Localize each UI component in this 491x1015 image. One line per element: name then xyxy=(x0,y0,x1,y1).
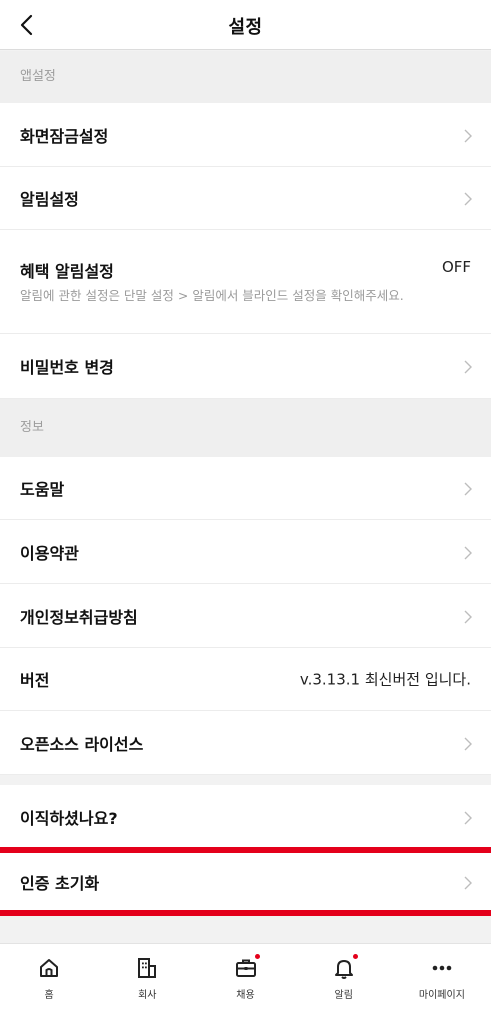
row-label: 이직하셨나요? xyxy=(20,808,118,828)
nav-label: 홈 xyxy=(44,990,54,1001)
chevron-right-icon xyxy=(463,545,473,559)
chevron-right-icon xyxy=(463,810,473,824)
settings-row-privacy-policy[interactable]: 개인정보취급방침 xyxy=(0,584,491,648)
chevron-right-icon xyxy=(463,359,473,374)
settings-row-version: 버전 v.3.13.1 최신버전 입니다. xyxy=(0,648,491,711)
new-badge-dot xyxy=(352,954,358,959)
nav-label: 마이페이지 xyxy=(418,990,465,1001)
settings-screen: 설정 앱설정 화면잠금설정 알림설정 혜택 알림설정 OFF 알림에 관한 설정… xyxy=(0,0,491,1015)
page-title: 설정 xyxy=(228,17,263,38)
row-label: 인증 초기화 xyxy=(20,873,100,893)
settings-row-reset-auth[interactable]: 인증 초기화 xyxy=(0,853,491,910)
nav-item-mypage[interactable]: 마이페이지 xyxy=(393,944,491,1015)
settings-row-change-password[interactable]: 비밀번호 변경 xyxy=(0,334,491,399)
section-header-app: 앱설정 xyxy=(0,51,491,103)
row-label: 버전 xyxy=(20,671,50,690)
more-dots-icon xyxy=(430,956,454,980)
chevron-right-icon xyxy=(463,736,473,750)
nav-label: 알림 xyxy=(334,990,353,1001)
chevron-right-icon xyxy=(463,191,473,206)
settings-row-notification[interactable]: 알림설정 xyxy=(0,167,491,230)
nav-item-company[interactable]: 회사 xyxy=(98,944,196,1015)
company-building-icon xyxy=(135,956,159,980)
home-icon xyxy=(37,956,61,980)
nav-label: 채용 xyxy=(236,990,255,1001)
benefit-toggle-value[interactable]: OFF xyxy=(442,258,471,276)
version-value: v.3.13.1 최신버전 입니다. xyxy=(299,670,471,689)
top-bar: 설정 xyxy=(0,0,491,50)
settings-row-help[interactable]: 도움말 xyxy=(0,457,491,520)
chevron-right-icon xyxy=(463,481,473,496)
chevron-right-icon xyxy=(463,609,473,623)
row-label: 화면잠금설정 xyxy=(20,126,109,146)
highlight-line-bottom xyxy=(0,910,491,916)
benefit-description: 알림에 관한 설정은 단말 설정 > 알림에서 블라인드 설정을 확인해주세요. xyxy=(20,288,404,303)
section-header-info: 정보 xyxy=(0,399,491,457)
row-label: 이용약관 xyxy=(20,543,79,563)
settings-row-opensource-license[interactable]: 오픈소스 라이선스 xyxy=(0,711,491,775)
nav-label: 회사 xyxy=(138,990,157,1001)
bottom-nav: 홈 회사 채용 알림 마이페이지 xyxy=(0,943,491,1015)
nav-item-home[interactable]: 홈 xyxy=(0,944,98,1015)
new-badge-dot xyxy=(254,954,260,959)
row-label: 도움말 xyxy=(20,480,65,499)
nav-item-recruit[interactable]: 채용 xyxy=(196,944,294,1015)
nav-item-notifications[interactable]: 알림 xyxy=(295,944,393,1015)
row-label: 알림설정 xyxy=(20,190,79,209)
row-label: 개인정보취급방침 xyxy=(20,607,138,627)
row-label: 비밀번호 변경 xyxy=(20,358,114,377)
row-label: 혜택 알림설정 xyxy=(20,262,114,281)
bell-icon xyxy=(332,954,358,980)
chevron-right-icon xyxy=(463,875,473,889)
settings-row-job-change[interactable]: 이직하셨나요? xyxy=(0,785,491,849)
settings-row-terms[interactable]: 이용약관 xyxy=(0,520,491,584)
chevron-right-icon xyxy=(463,128,473,142)
row-label: 오픈소스 라이선스 xyxy=(20,734,144,754)
settings-row-screen-lock[interactable]: 화면잠금설정 xyxy=(0,103,491,167)
briefcase-icon xyxy=(234,954,260,980)
settings-row-benefit-notification[interactable]: 혜택 알림설정 OFF 알림에 관한 설정은 단말 설정 > 알림에서 블라인드… xyxy=(0,230,491,334)
